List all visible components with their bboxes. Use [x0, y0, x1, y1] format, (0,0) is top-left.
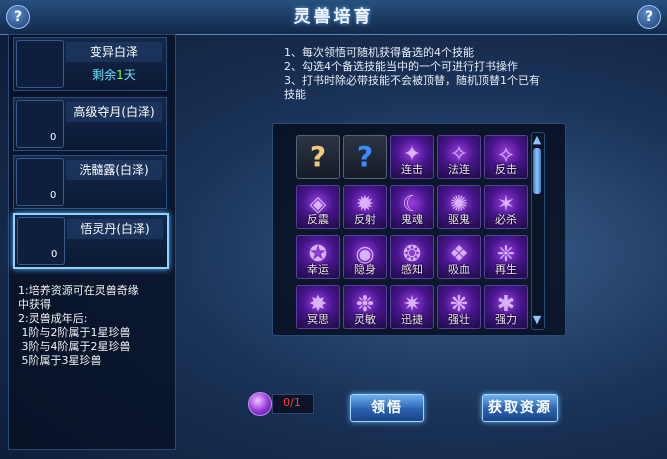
beast-name: 变异白泽: [66, 42, 162, 62]
skill-label: 强力: [495, 313, 517, 326]
resource-count: 0/1: [283, 396, 301, 409]
item-wulingdan[interactable]: 悟灵丹(白泽) 0: [13, 213, 169, 269]
resource-item-list: 变异白泽 剩余1天 高级夺月(白泽) 0 洗髓露(白泽) 0 悟灵丹(白泽) 0: [8, 34, 176, 450]
unknown-skill-slot[interactable]: ?: [296, 135, 340, 179]
item-name: 洗髓露(白泽): [66, 160, 162, 180]
skill-label: 冥思: [307, 313, 329, 326]
skill-slot[interactable]: ✦ 连击: [390, 135, 434, 179]
item-name: 悟灵丹(白泽): [67, 219, 163, 239]
question-mark-icon: ?: [356, 140, 374, 173]
skill-label: 灵敏: [354, 313, 376, 326]
unknown-skill-slot[interactable]: ?: [343, 135, 387, 179]
skill-slot[interactable]: ✸ 冥思: [296, 285, 340, 329]
tips-notes: 1:培养资源可在灵兽奇缘 中获得 2:灵兽成年后: 1阶与2阶属于1星珍兽 3阶…: [18, 284, 168, 368]
note-line: 2:灵兽成年后:: [18, 312, 88, 325]
skill-label: 必杀: [495, 213, 517, 226]
skill-slot[interactable]: ❈ 再生: [484, 235, 528, 279]
skill-slot[interactable]: ✧ 法连: [437, 135, 481, 179]
note-line: 1阶与2阶属于1星珍兽: [18, 326, 131, 339]
item-xisuilu[interactable]: 洗髓露(白泽) 0: [13, 155, 167, 209]
scroll-thumb[interactable]: [533, 148, 541, 194]
purple-orb-item-icon: [17, 217, 65, 265]
scroll-down-arrow-icon[interactable]: ▼: [528, 314, 546, 326]
skill-label: 法连: [448, 163, 470, 176]
item-advanced-duoyue[interactable]: 高级夺月(白泽) 0: [13, 97, 167, 151]
remaining-value: 1: [116, 68, 124, 82]
skill-slot[interactable]: ❋ 强壮: [437, 285, 481, 329]
skill-slot[interactable]: ⟡ 反击: [484, 135, 528, 179]
remaining-prefix: 剩余: [92, 68, 117, 82]
instructions: 1、每次领悟可随机获得备选的4个技能 2、勾选4个备选技能当中的一个可进行打书操…: [284, 46, 584, 102]
skill-slot[interactable]: ✱ 强力: [484, 285, 528, 329]
skill-slot[interactable]: ❉ 灵敏: [343, 285, 387, 329]
close-button[interactable]: ?: [637, 5, 661, 29]
note-line: 1:培养资源可在灵兽奇缘: [18, 284, 139, 297]
note-line: 中获得: [18, 298, 51, 311]
instruction-line: 1、每次领悟可随机获得备选的4个技能: [284, 46, 474, 59]
beast-cultivation-window: 灵兽培育 ? ? 变异白泽 剩余1天 高级夺月(白泽) 0 洗髓露(白泽) 0 …: [0, 0, 667, 459]
instruction-line: 技能: [284, 88, 306, 101]
scroll-up-arrow-icon[interactable]: ▲: [528, 134, 546, 146]
skill-slot[interactable]: ✹ 反射: [343, 185, 387, 229]
beast-card[interactable]: 变异白泽 剩余1天: [13, 37, 167, 91]
item-count: 0: [51, 249, 58, 260]
skill-slot[interactable]: ◈ 反震: [296, 185, 340, 229]
get-resources-button[interactable]: 获取资源: [482, 394, 558, 422]
remaining-days: 剩余1天: [66, 66, 162, 83]
remaining-suffix: 天: [123, 68, 136, 82]
skill-slot[interactable]: ✺ 驱鬼: [437, 185, 481, 229]
skill-label: 吸血: [448, 263, 470, 276]
skill-slot[interactable]: ❖ 吸血: [437, 235, 481, 279]
skill-slot[interactable]: ✷ 迅捷: [390, 285, 434, 329]
skill-label: 强壮: [448, 313, 470, 326]
skill-label: 再生: [495, 263, 517, 276]
skill-label: 连击: [401, 163, 423, 176]
skill-label: 驱鬼: [448, 213, 470, 226]
note-line: 3阶与4阶属于2星珍兽: [18, 340, 131, 353]
help-button[interactable]: ?: [6, 5, 30, 29]
skill-slot[interactable]: ☾ 鬼魂: [390, 185, 434, 229]
skill-slot[interactable]: ❂ 感知: [390, 235, 434, 279]
item-count: 0: [50, 190, 57, 201]
skill-label: 反击: [495, 163, 517, 176]
potion-item-icon: [16, 158, 64, 206]
skill-label: 反震: [307, 213, 329, 226]
purple-orb-icon: [248, 392, 272, 416]
note-line: 5阶属于3星珍兽: [18, 354, 102, 367]
skill-slot[interactable]: ✪ 幸运: [296, 235, 340, 279]
item-name: 高级夺月(白泽): [66, 102, 162, 122]
skill-slot[interactable]: ✶ 必杀: [484, 185, 528, 229]
item-count: 0: [50, 132, 57, 143]
skill-label: 迅捷: [401, 313, 423, 326]
instruction-line: 3、打书时除必带技能不会被顶替，随机顶替1个已有: [284, 74, 540, 87]
skill-label: 反射: [354, 213, 376, 226]
beast-portrait-icon: [16, 40, 64, 88]
skill-label: 幸运: [307, 263, 329, 276]
skill-slot[interactable]: ◉ 隐身: [343, 235, 387, 279]
crescent-moon-item-icon: [16, 100, 64, 148]
window-title: 灵兽培育: [293, 7, 374, 27]
skill-label: 隐身: [354, 263, 376, 276]
enlighten-button[interactable]: 领悟: [350, 394, 424, 422]
skill-label: 鬼魂: [401, 213, 423, 226]
question-mark-icon: ?: [309, 140, 327, 173]
instruction-line: 2、勾选4个备选技能当中的一个可进行打书操作: [284, 60, 518, 73]
skill-label: 感知: [401, 263, 423, 276]
